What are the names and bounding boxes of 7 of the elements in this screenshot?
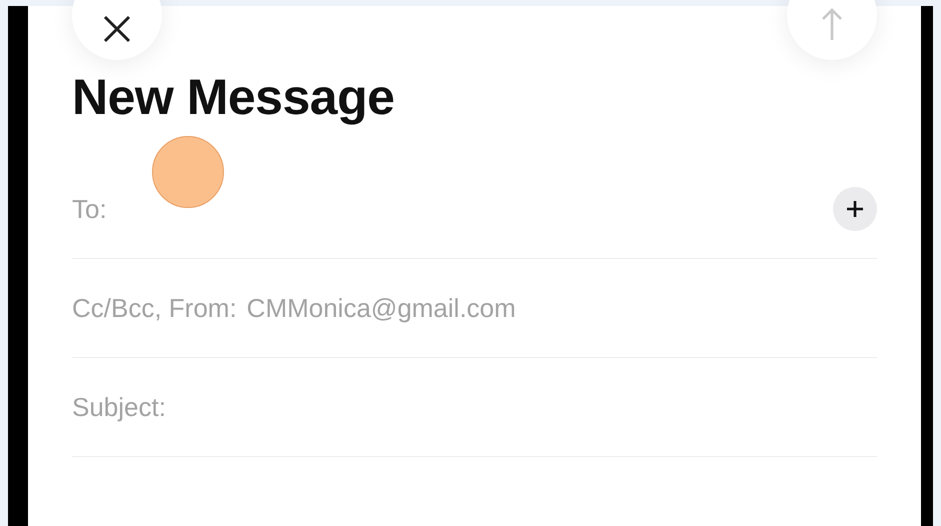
field-value[interactable]: CMMonica@gmail.com bbox=[246, 288, 516, 328]
field-label: Subject: bbox=[72, 390, 166, 424]
plus-icon bbox=[845, 199, 865, 219]
close-icon bbox=[102, 14, 132, 44]
field-label: Cc/Bcc, From: bbox=[72, 292, 237, 324]
add-contact-button[interactable] bbox=[833, 187, 877, 231]
field-label: To: bbox=[72, 192, 107, 226]
